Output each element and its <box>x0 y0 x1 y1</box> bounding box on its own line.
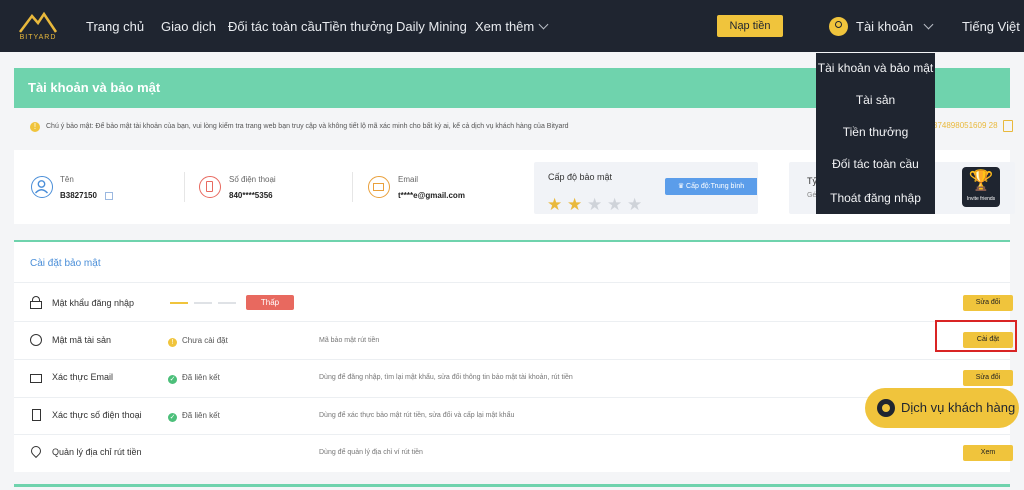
asset-password-status: ! Chưa cài đặt <box>168 336 228 347</box>
next-section-top <box>14 484 1010 487</box>
email-icon <box>368 176 390 198</box>
deposit-button[interactable]: Nạp tiền <box>717 15 783 37</box>
language-label: Tiếng Việt <box>962 19 1020 34</box>
phone-verification-status: ✓ Đã liên kết <box>168 411 220 422</box>
email-verification-status-text: Đã liên kết <box>182 373 220 382</box>
account-label: Tài khoản <box>856 19 914 34</box>
star-empty-icon: ★ <box>627 195 643 214</box>
highlight-box <box>935 320 1017 352</box>
asset-password-name: Mật mã tài sản <box>52 335 112 345</box>
withdraw-address-name: Quản lý địa chỉ rút tiền <box>52 447 142 457</box>
menu-item-logout[interactable]: Thoát đăng nhập <box>816 191 935 205</box>
nav-trade[interactable]: Giao dịch <box>161 0 216 52</box>
star-empty-icon: ★ <box>607 195 623 214</box>
security-level-text: Cấp độ:Trung bình <box>686 183 745 190</box>
nav-daily-mining[interactable]: Daily Mining <box>396 0 467 52</box>
location-pin-icon <box>28 443 44 459</box>
invite-friends-text: Invite friends <box>966 196 996 202</box>
asset-password-desc: Mã bảo mật rút tiền <box>319 337 380 344</box>
phone-value: 840****5356 <box>229 191 273 200</box>
page-title: Tài khoản và bảo mật <box>28 80 161 95</box>
crown-icon: ♛ <box>677 183 685 190</box>
email-label: Email <box>398 175 419 184</box>
strength-segment <box>170 302 188 304</box>
withdraw-address-desc: Dùng để quản lý địa chỉ ví rút tiền <box>319 449 423 456</box>
envelope-icon <box>30 374 42 383</box>
trophy-icon: 🏆 <box>968 170 994 192</box>
divider <box>184 172 185 202</box>
name-value: B3827150 <box>60 191 97 200</box>
security-settings-card: Cài đặt bảo mật Mật khẩu đăng nhập Thấp … <box>14 240 1013 472</box>
logo-text: BITYARD <box>19 34 57 41</box>
check-icon: ✓ <box>168 413 177 422</box>
chevron-down-icon <box>538 19 549 30</box>
email-verification-desc: Dùng để đăng nhập, tìm lại mật khẩu, sửa… <box>319 374 573 381</box>
star-filled-icon: ★ <box>547 195 563 214</box>
star-filled-icon: ★ <box>567 195 583 214</box>
name-label: Tên <box>60 175 74 184</box>
edit-icon[interactable] <box>105 192 113 200</box>
email-value: t****e@gmail.com <box>398 191 465 200</box>
user-avatar-icon <box>829 17 848 36</box>
ratio-sub: Gé <box>807 192 817 199</box>
mountain-logo-icon <box>19 11 58 33</box>
edit-email-button[interactable]: Sửa đổi <box>963 370 1013 386</box>
copy-icon[interactable] <box>1003 120 1013 132</box>
security-level-label: Cấp độ bảo mật <box>548 172 613 182</box>
top-navigation-bar: BITYARD Trang chủ Giao dịch Đối tác toàn… <box>0 0 1024 52</box>
password-strength-badge: Thấp <box>246 295 294 310</box>
divider <box>352 172 353 202</box>
star-empty-icon: ★ <box>587 195 603 214</box>
menu-item-assets[interactable]: Tài sản <box>816 93 935 107</box>
check-icon: ✓ <box>168 375 177 384</box>
asset-password-status-text: Chưa cài đặt <box>182 336 228 345</box>
phone-verification-desc: Dùng để xác thực bảo mật rút tiền, sửa đ… <box>319 412 515 419</box>
security-settings-title: Cài đặt bảo mật <box>30 258 101 269</box>
nav-more[interactable]: Xem thêm <box>475 0 549 52</box>
customer-service-button[interactable]: Dịch vụ khách hàng <box>865 388 1019 428</box>
clock-icon <box>30 334 42 346</box>
phone-icon <box>32 409 41 421</box>
email-verification-status: ✓ Đã liên kết <box>168 373 220 384</box>
menu-item-global-partner[interactable]: Đối tác toàn cầu <box>816 157 935 171</box>
login-password-name: Mật khẩu đăng nhập <box>52 298 135 308</box>
info-icon: ! <box>30 122 40 132</box>
account-menu[interactable]: Tài khoản <box>829 0 934 52</box>
nav-bonus[interactable]: Tiền thưởng <box>322 0 393 52</box>
security-notice-text: Chú ý bảo mật: Để bảo mật tài khoản của … <box>46 123 569 130</box>
menu-item-bonus[interactable]: Tiền thưởng <box>816 125 935 139</box>
nav-global-partner[interactable]: Đối tác toàn cầu <box>228 0 322 52</box>
language-selector[interactable]: Tiếng Việt <box>962 0 1024 52</box>
phone-icon <box>199 176 221 198</box>
email-verification-name: Xác thực Email <box>52 372 114 382</box>
account-dropdown-menu: Tài khoản và bảo mật Tài sản Tiền thưởng… <box>816 53 935 214</box>
phone-label: Số điện thoại <box>229 175 276 184</box>
user-uid: 374898051609 28 <box>933 121 998 130</box>
security-notice: ! Chú ý bảo mật: Để bảo mật tài khoản của… <box>30 121 569 132</box>
chevron-down-icon <box>923 19 934 30</box>
phone-verification-name: Xác thực số điện thoại <box>52 410 142 420</box>
divider <box>14 321 1010 322</box>
lock-icon <box>30 296 42 309</box>
edit-password-button[interactable]: Sửa đổi <box>963 295 1013 311</box>
menu-item-account-security[interactable]: Tài khoản và bảo mật <box>816 61 935 75</box>
nav-home[interactable]: Trang chủ <box>86 0 144 52</box>
headset-icon <box>877 399 895 417</box>
customer-service-label: Dịch vụ khách hàng <box>901 400 1016 415</box>
divider <box>14 397 1010 398</box>
security-level-badge: ♛ Cấp độ:Trung bình <box>665 178 757 195</box>
bityard-logo[interactable]: BITYARD <box>14 10 62 44</box>
strength-segment <box>218 302 236 304</box>
strength-segment <box>194 302 212 304</box>
divider <box>14 434 1010 435</box>
phone-verification-status-text: Đã liên kết <box>182 411 220 420</box>
user-icon <box>31 176 53 198</box>
divider <box>14 359 1010 360</box>
warning-icon: ! <box>168 338 177 347</box>
divider <box>14 282 1010 283</box>
view-address-button[interactable]: Xem <box>963 445 1013 461</box>
nav-more-label: Xem thêm <box>475 19 535 34</box>
invite-friends-badge[interactable]: 🏆 Invite friends <box>962 167 1000 207</box>
